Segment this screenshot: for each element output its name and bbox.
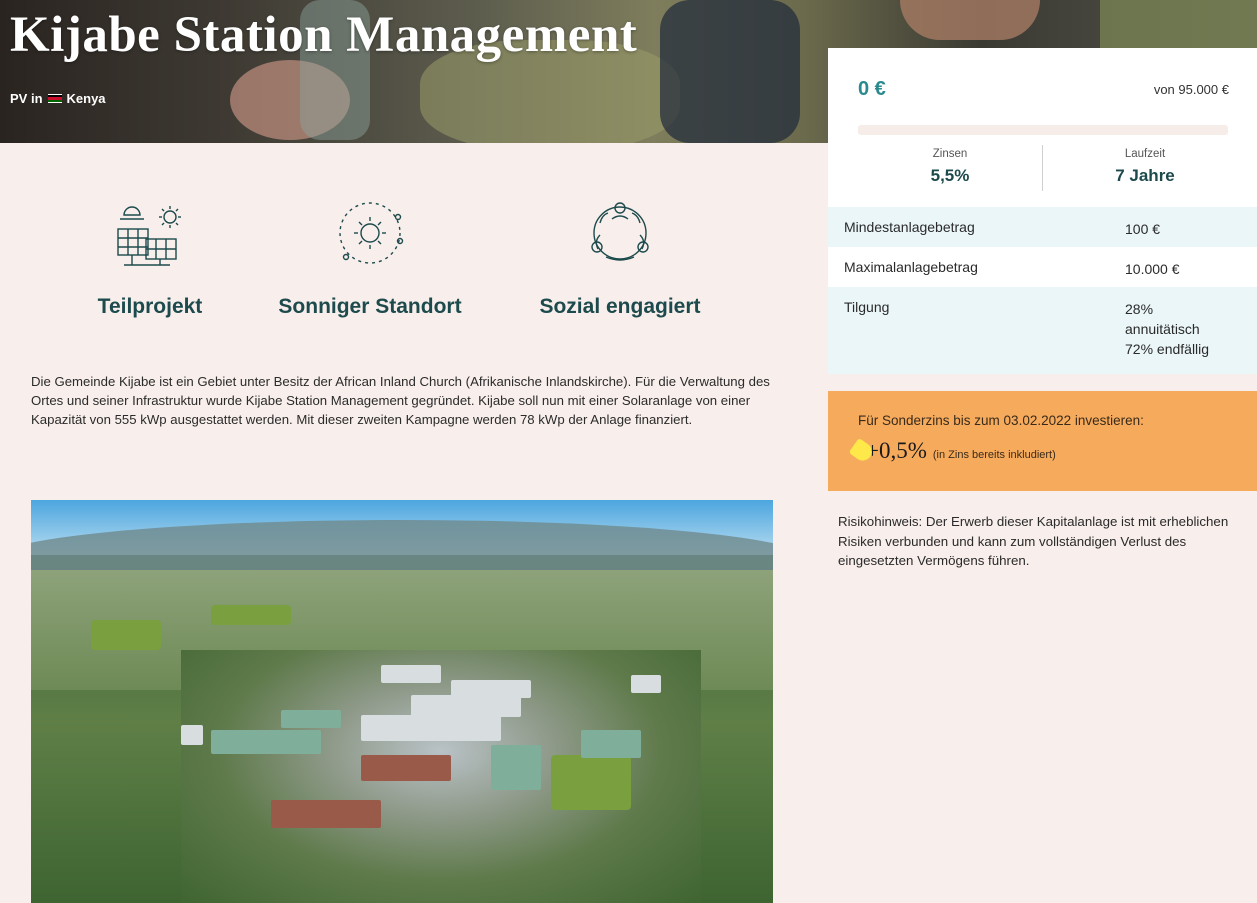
photo-building (411, 695, 521, 717)
photo-building (361, 715, 501, 741)
location-prefix: PV in (10, 91, 43, 106)
max-investment-row: Maximalanlagebetrag 10.000 € (828, 247, 1257, 287)
page-title: Kijabe Station Management (10, 7, 638, 63)
row-key: Tilgung (844, 299, 890, 315)
funded-amount: 0 € (858, 78, 886, 100)
photo-building (361, 755, 451, 781)
feature-label: Sozial engagiert (539, 295, 701, 318)
bonus-interest-banner[interactable]: Für Sonderzins bis zum 03.02.2022 invest… (828, 391, 1257, 491)
photo-field (211, 605, 291, 625)
bonus-rate: +0,5% (in Zins bereits inkludiert) (848, 437, 1056, 465)
kenya-flag-icon (47, 94, 62, 103)
photo-field (551, 755, 631, 810)
investment-card: 0 € von 95.000 € Zinsen 5,5% Laufzeit 7 … (828, 48, 1257, 374)
row-value: 28% annuitätisch 72% endfällig (1125, 299, 1209, 359)
photo-building (491, 745, 541, 790)
interest-rate-value: 5,5% (930, 166, 970, 185)
stat-divider (1042, 145, 1043, 191)
bonus-deadline-text: Für Sonderzins bis zum 03.02.2022 invest… (858, 413, 1144, 428)
feature-sozial-engagiert: Sozial engagiert (510, 195, 730, 319)
feature-teilprojekt: Teilprojekt (40, 195, 260, 319)
photo-building (581, 730, 641, 758)
funding-goal: von 95.000 € (1153, 82, 1229, 97)
solar-panel-icon (117, 206, 181, 266)
photo-building (451, 680, 531, 698)
location-country: Kenya (66, 91, 106, 106)
bonus-rate-note: (in Zins bereits inkludiert) (932, 449, 1056, 461)
photo-building (211, 730, 321, 754)
photo-field (91, 620, 161, 650)
hero-photo-person (660, 0, 800, 143)
interest-rate-label: Zinsen (932, 148, 968, 160)
feature-label: Sonniger Standort (278, 295, 462, 318)
project-aerial-photo (31, 500, 773, 903)
photo-building (181, 725, 203, 745)
photo-building (381, 665, 441, 683)
repayment-line: 72% endfällig (1125, 341, 1210, 357)
project-description: Die Gemeinde Kijabe ist ein Gebiet unter… (31, 374, 770, 427)
feature-list: Teilprojekt Sonniger Standort Sozial eng… (40, 195, 780, 335)
project-location: PV in Kenya (10, 91, 106, 106)
term-value: 7 Jahre (1115, 166, 1175, 185)
row-value: 10.000 € (1125, 261, 1180, 277)
row-value: 100 € (1125, 221, 1161, 237)
hero-photo-face (900, 0, 1040, 40)
row-key: Maximalanlagebetrag (844, 259, 978, 275)
row-key: Mindestanlagebetrag (844, 219, 975, 235)
term: Laufzeit 7 Jahre (1050, 148, 1240, 186)
funding-progress-bar (858, 125, 1228, 135)
sun-icon (339, 202, 404, 264)
feature-label: Teilprojekt (97, 295, 203, 318)
photo-building (271, 800, 381, 828)
bonus-rate-value: +0,5% (866, 438, 927, 463)
feature-sonniger-standort: Sonniger Standort (260, 195, 480, 319)
repayment-line: 28% (1125, 301, 1154, 317)
photo-building (631, 675, 661, 693)
photo-building (281, 710, 341, 728)
min-investment-row: Mindestanlagebetrag 100 € (828, 207, 1257, 247)
repayment-row: Tilgung 28% annuitätisch 72% endfällig (828, 287, 1257, 374)
risk-notice: Risikohinweis: Der Erwerb dieser Kapital… (838, 514, 1229, 568)
repayment-line: annuitätisch (1125, 321, 1200, 337)
term-label: Laufzeit (1124, 148, 1166, 160)
community-icon (591, 202, 649, 261)
interest-rate: Zinsen 5,5% (855, 148, 1045, 186)
